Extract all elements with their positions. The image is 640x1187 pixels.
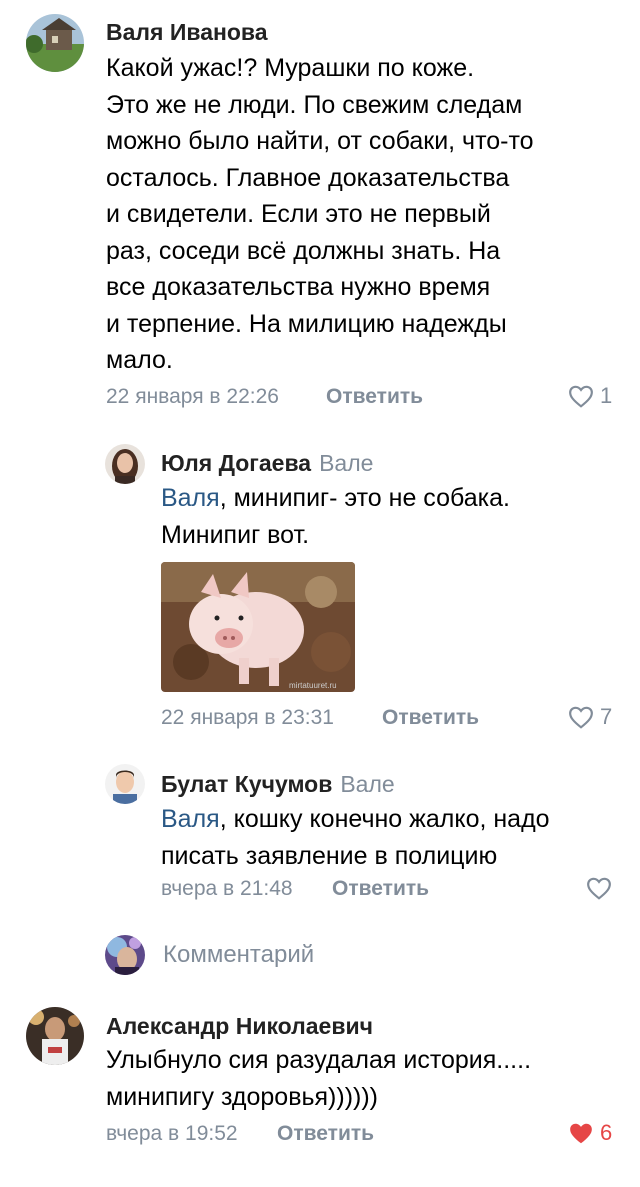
comment-1: Валя Иванова Какой ужас!? Мурашки по кож… — [0, 0, 640, 420]
comment-line: осталось. Главное доказательства — [106, 163, 510, 192]
like-button[interactable]: 6 — [568, 1120, 612, 1146]
comment-line: минипигу здоровья)))))) — [106, 1082, 378, 1111]
heart-filled-icon — [570, 1123, 592, 1144]
image-watermark: mirtatuuret.ru — [289, 681, 337, 690]
comment-line: Улыбнуло сия разудалая история..... — [106, 1046, 532, 1074]
comment-4: Александр Николаевич Улыбнуло сия разуда… — [0, 995, 640, 1187]
comment-line: мало. — [106, 346, 173, 374]
reply-composer[interactable]: Комментарий — [0, 925, 640, 985]
like-count: 1 — [600, 383, 613, 408]
comment-author[interactable]: Александр Николаевич — [106, 1013, 373, 1040]
comment-line: раз, соседи всё должны знать. На — [106, 236, 501, 265]
like-button[interactable]: 7 — [568, 704, 612, 730]
avatar[interactable] — [105, 444, 145, 484]
comment-2: Юля Догаева Вале Валя, минипиг- это не со… — [0, 430, 640, 740]
comment-line: и свидетели. Если это не первый — [106, 200, 491, 228]
comment-line: Минипиг вот. — [161, 520, 310, 549]
author-name[interactable]: Юля Догаева — [161, 450, 311, 476]
comment-line: , минипиг- это не собака. — [219, 484, 510, 512]
mention-link[interactable]: Валя — [161, 805, 220, 833]
comment-line: и терпение. На милицию надежды — [106, 309, 507, 338]
like-count: 7 — [600, 704, 613, 729]
avatar[interactable] — [26, 1007, 84, 1065]
comment-3: Булат Кучумов Вале Валя, кошку конечно жа… — [0, 750, 640, 910]
comment-timestamp[interactable]: 22 января в 22:26 — [106, 385, 279, 409]
comment-line: писать заявление в полицию — [161, 841, 498, 870]
comment-timestamp[interactable]: вчера в 19:52 — [106, 1122, 238, 1146]
comment-timestamp[interactable]: вчера в 21:48 — [161, 877, 293, 901]
comment-author: Юля Догаева Вале — [161, 450, 373, 477]
avatar[interactable] — [105, 764, 145, 804]
comment-line: , кошку конечно жалко, надо — [219, 805, 550, 833]
reply-button[interactable]: Ответить — [326, 385, 423, 409]
like-button[interactable]: 1 — [568, 383, 612, 409]
reply-button[interactable]: Ответить — [332, 877, 429, 901]
comment-line: Какой ужас!? Мурашки по коже. — [106, 54, 475, 82]
comment-text: Валя, кошку конечно жалко, надо писать з… — [161, 801, 550, 874]
comment-line: все доказательства нужно время — [106, 273, 491, 301]
reply-button[interactable]: Ответить — [277, 1122, 374, 1146]
comment-text: Валя, минипиг- это не собака. Минипиг во… — [161, 480, 510, 553]
like-button[interactable] — [586, 876, 618, 900]
mention-link[interactable]: Валя — [161, 484, 220, 512]
reply-to-label[interactable]: Вале — [319, 450, 373, 476]
attached-photo[interactable]: mirtatuuret.ru — [161, 562, 355, 692]
comment-line: можно было найти, от собаки, что-то — [106, 127, 534, 155]
heart-outline-icon — [587, 877, 611, 900]
comment-author[interactable]: Валя Иванова — [106, 19, 268, 46]
reply-to-label[interactable]: Вале — [340, 771, 394, 797]
comment-input[interactable]: Комментарий — [163, 941, 314, 969]
like-count: 6 — [600, 1120, 613, 1145]
comment-text: Какой ужас!? Мурашки по коже. Это же не … — [106, 50, 534, 379]
comment-author: Булат Кучумов Вале — [161, 771, 395, 798]
comment-timestamp[interactable]: 22 января в 23:31 — [161, 706, 334, 730]
comment-text: Улыбнуло сия разудалая история..... мини… — [106, 1042, 531, 1115]
avatar — [105, 935, 145, 975]
heart-outline-icon — [569, 706, 593, 729]
comment-line: Это же не люди. По свежим следам — [106, 90, 523, 119]
avatar[interactable] — [26, 14, 84, 72]
author-name[interactable]: Булат Кучумов — [161, 771, 332, 797]
heart-outline-icon — [569, 385, 593, 408]
reply-button[interactable]: Ответить — [382, 706, 479, 730]
